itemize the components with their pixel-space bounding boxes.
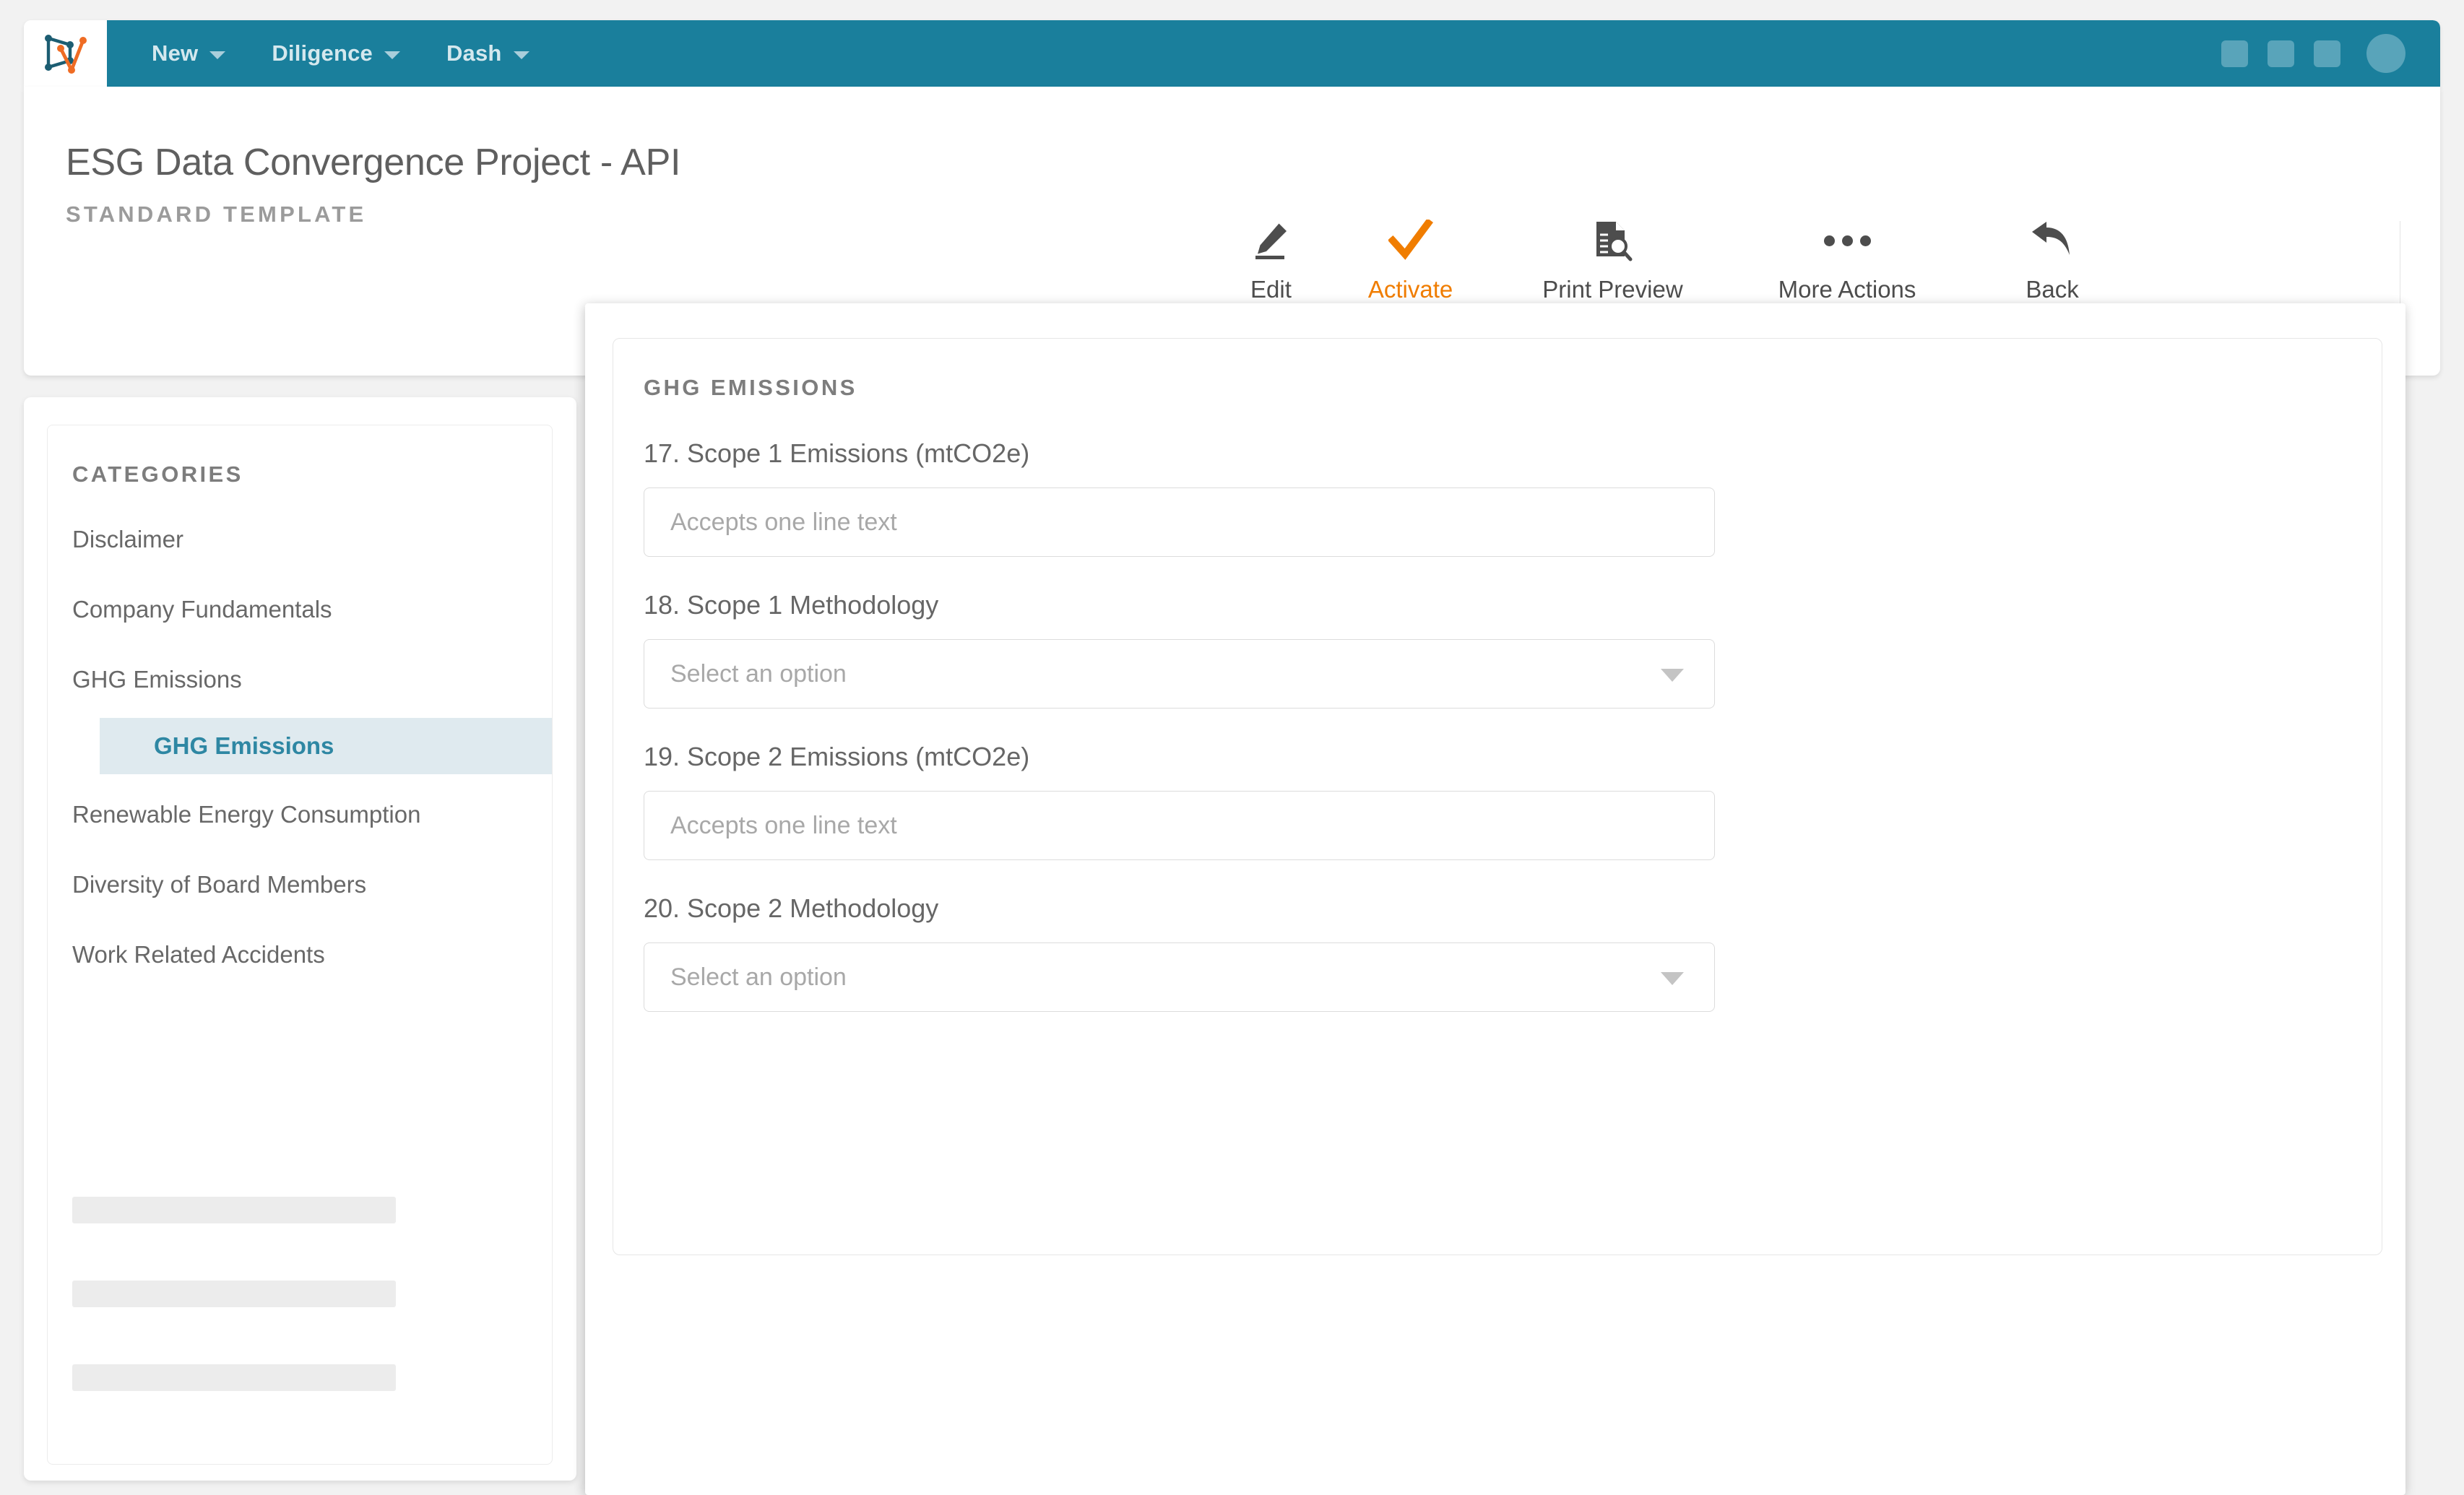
nav-item-dash[interactable]: Dash bbox=[423, 20, 553, 87]
chevron-down-icon bbox=[209, 51, 225, 59]
sidebar-item-label: Company Fundamentals bbox=[72, 596, 332, 623]
nav-item-new[interactable]: New bbox=[129, 20, 248, 87]
document-search-icon bbox=[1592, 217, 1633, 264]
navbar-utility-icon-3[interactable] bbox=[2314, 40, 2340, 67]
field-label: 18. Scope 1 Methodology bbox=[644, 590, 2348, 620]
skeleton-bar bbox=[72, 1364, 396, 1391]
sidebar-subitem-ghg-emissions-selected[interactable]: GHG Emissions bbox=[100, 718, 553, 774]
page-subtitle: STANDARD TEMPLATE bbox=[66, 202, 680, 228]
check-icon bbox=[1388, 217, 1433, 264]
navbar-utility-group bbox=[2221, 20, 2405, 87]
ellipsis-icon bbox=[1824, 217, 1871, 264]
primary-nav: New Diligence Dash bbox=[107, 20, 553, 87]
field-scope2-emissions: 19. Scope 2 Emissions (mtCO2e) Accepts o… bbox=[644, 742, 2348, 860]
pencil-icon bbox=[1251, 217, 1290, 264]
field-label: 19. Scope 2 Emissions (mtCO2e) bbox=[644, 742, 2348, 772]
scope1-emissions-input[interactable]: Accepts one line text bbox=[644, 488, 1715, 557]
activate-button[interactable]: Activate bbox=[1355, 217, 1466, 303]
form-body: 17. Scope 1 Emissions (mtCO2e) Accepts o… bbox=[644, 438, 2348, 1012]
scope2-emissions-input[interactable]: Accepts one line text bbox=[644, 791, 1715, 860]
field-label: 20. Scope 2 Methodology bbox=[644, 893, 2348, 924]
nav-item-label: Diligence bbox=[272, 40, 373, 66]
scope1-methodology-select[interactable]: Select an option bbox=[644, 639, 1715, 708]
back-arrow-icon bbox=[2029, 217, 2075, 264]
input-placeholder: Accepts one line text bbox=[670, 812, 897, 840]
sidebar-item-company-fundamentals[interactable]: Company Fundamentals bbox=[48, 589, 553, 630]
navbar: New Diligence Dash bbox=[24, 20, 2440, 87]
skeleton-bar bbox=[72, 1197, 396, 1223]
app-root: New Diligence Dash bbox=[0, 0, 2464, 1495]
categories-sidebar-card: CATEGORIES Disclaimer Company Fundamenta… bbox=[24, 397, 576, 1481]
select-placeholder: Select an option bbox=[670, 963, 847, 992]
categories-list: Disclaimer Company Fundamentals GHG Emis… bbox=[48, 519, 553, 1005]
sidebar-item-disclaimer[interactable]: Disclaimer bbox=[48, 519, 553, 560]
scope2-methodology-select[interactable]: Select an option bbox=[644, 942, 1715, 1012]
form-overlay-panel: GHG EMISSIONS 17. Scope 1 Emissions (mtC… bbox=[585, 303, 2405, 1495]
navbar-menu-bar: New Diligence Dash bbox=[107, 20, 2440, 87]
field-scope1-emissions: 17. Scope 1 Emissions (mtCO2e) Accepts o… bbox=[644, 438, 2348, 557]
more-actions-label: More Actions bbox=[1778, 276, 1916, 303]
nav-item-label: Dash bbox=[446, 40, 502, 66]
sidebar-item-label: GHG Emissions bbox=[72, 666, 242, 693]
sidebar-item-label: Work Related Accidents bbox=[72, 941, 325, 968]
form-card: GHG EMISSIONS 17. Scope 1 Emissions (mtC… bbox=[613, 338, 2382, 1255]
sidebar-item-work-related-accidents[interactable]: Work Related Accidents bbox=[48, 935, 553, 975]
navbar-utility-icon-2[interactable] bbox=[2268, 40, 2294, 67]
back-label: Back bbox=[2026, 276, 2078, 303]
page-title: ESG Data Convergence Project - API bbox=[66, 141, 680, 184]
print-preview-label: Print Preview bbox=[1542, 276, 1682, 303]
more-actions-button[interactable]: More Actions bbox=[1765, 217, 1929, 303]
activate-label: Activate bbox=[1368, 276, 1453, 303]
field-label: 17. Scope 1 Emissions (mtCO2e) bbox=[644, 438, 2348, 469]
field-scope1-methodology: 18. Scope 1 Methodology Select an option bbox=[644, 590, 2348, 708]
form-section-title: GHG EMISSIONS bbox=[644, 375, 857, 401]
sidebar-item-diversity-of-board-members[interactable]: Diversity of Board Members bbox=[48, 864, 553, 905]
back-button[interactable]: Back bbox=[2013, 217, 2091, 303]
navbar-utility-icon-1[interactable] bbox=[2221, 40, 2248, 67]
edit-label: Edit bbox=[1250, 276, 1292, 303]
sidebar-subitem-label: GHG Emissions bbox=[154, 732, 334, 760]
sidebar-item-renewable-energy-consumption[interactable]: Renewable Energy Consumption bbox=[48, 794, 553, 835]
sidebar-item-label: Renewable Energy Consumption bbox=[72, 801, 420, 828]
chevron-down-icon bbox=[1661, 669, 1684, 682]
sidebar-loading-placeholders bbox=[72, 1197, 520, 1448]
chevron-down-icon bbox=[384, 51, 400, 59]
chevron-down-icon bbox=[1661, 972, 1684, 985]
title-block: ESG Data Convergence Project - API STAND… bbox=[66, 141, 680, 228]
select-placeholder: Select an option bbox=[670, 660, 847, 688]
chevron-down-icon bbox=[514, 51, 529, 59]
categories-sidebar: CATEGORIES Disclaimer Company Fundamenta… bbox=[47, 425, 553, 1465]
nav-item-label: New bbox=[152, 40, 198, 66]
print-preview-button[interactable]: Print Preview bbox=[1529, 217, 1695, 303]
nav-item-diligence[interactable]: Diligence bbox=[248, 20, 423, 87]
diligent-vault-logo-icon bbox=[42, 31, 90, 76]
sidebar-item-ghg-emissions[interactable]: GHG Emissions bbox=[48, 659, 553, 700]
field-scope2-methodology: 20. Scope 2 Methodology Select an option bbox=[644, 893, 2348, 1012]
sidebar-item-label: Diversity of Board Members bbox=[72, 871, 366, 898]
input-placeholder: Accepts one line text bbox=[670, 508, 897, 537]
sidebar-item-label: Disclaimer bbox=[72, 526, 183, 553]
categories-heading: CATEGORIES bbox=[72, 462, 243, 488]
avatar[interactable] bbox=[2366, 34, 2405, 73]
skeleton-bar bbox=[72, 1280, 396, 1307]
edit-button[interactable]: Edit bbox=[1237, 217, 1305, 303]
logo-cell[interactable] bbox=[24, 20, 107, 87]
